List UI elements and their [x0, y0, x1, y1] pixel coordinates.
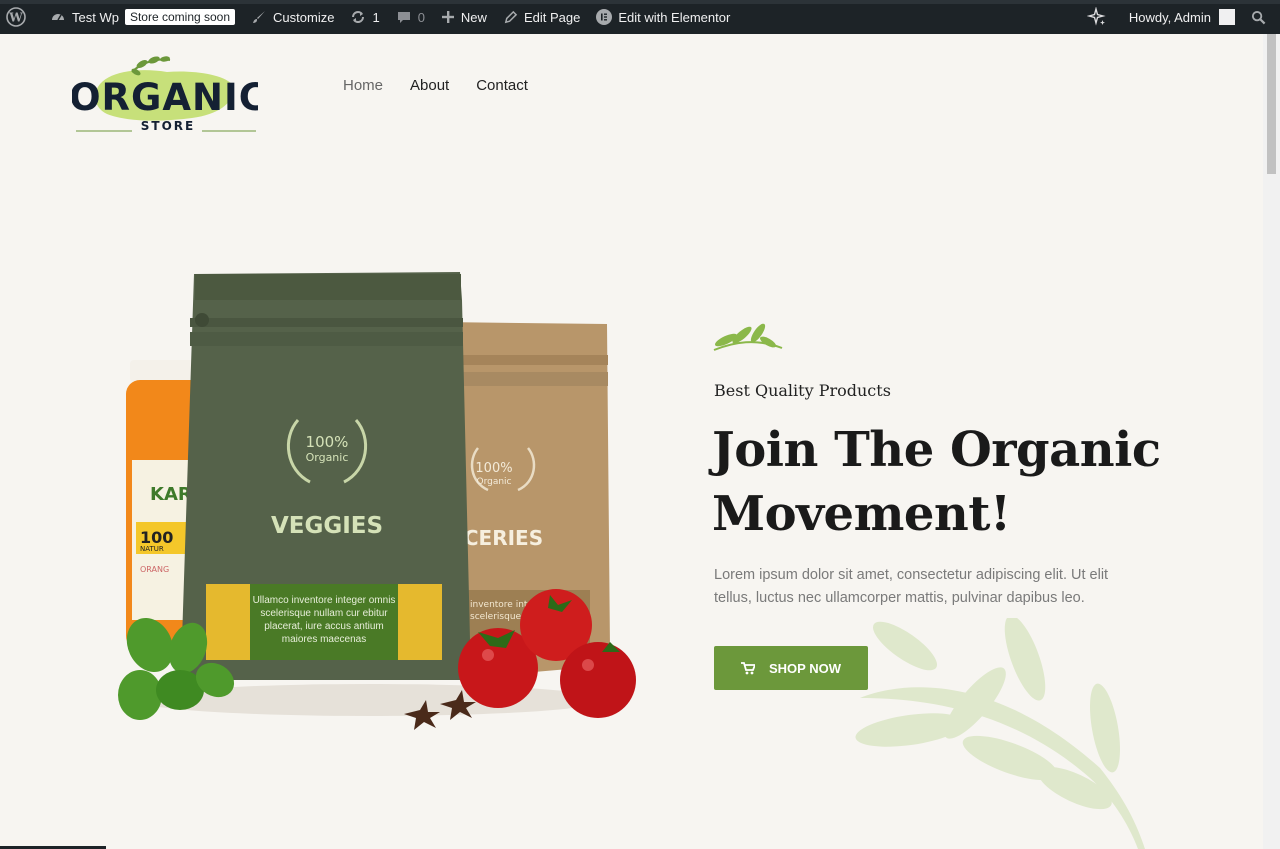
sparkle-icon [1086, 7, 1106, 26]
brush-icon [253, 11, 266, 23]
shop-now-label: SHOP NOW [769, 660, 841, 676]
wordpress-logo-menu[interactable]: W [0, 0, 42, 34]
svg-text:NATUR: NATUR [140, 545, 164, 553]
search-icon [1251, 10, 1266, 24]
comments-count: 0 [417, 9, 425, 25]
edit-page-label: Edit Page [523, 9, 581, 25]
site-name-menu[interactable]: Test Wp Store coming soon [42, 0, 243, 34]
new-content-menu[interactable]: New [433, 0, 495, 34]
updates-count: 1 [372, 9, 380, 25]
comments-link[interactable]: 0 [388, 0, 433, 34]
nav-home[interactable]: Home [343, 77, 383, 94]
store-coming-soon-badge[interactable]: Store coming soon [124, 9, 236, 25]
ai-sparkle-button[interactable] [1079, 0, 1121, 34]
svg-text:KAR: KAR [150, 484, 192, 505]
nav-about[interactable]: About [410, 77, 449, 94]
svg-text:Organic: Organic [476, 477, 511, 487]
howdy-label: Howdy, Admin [1128, 9, 1211, 25]
shop-now-button[interactable]: SHOP NOW [714, 646, 868, 690]
new-label: New [460, 9, 487, 25]
updates-link[interactable]: 1 [342, 0, 387, 34]
updates-icon [352, 11, 365, 23]
svg-text:STORE: STORE [141, 119, 195, 133]
comment-icon [397, 12, 410, 23]
hero-eyebrow: Best Quality Products [714, 381, 891, 400]
product-hero-image: KAR 100 NATUR ORANG 100% Organic OCERIES… [118, 272, 636, 730]
elementor-icon [596, 9, 613, 25]
site-name: Test Wp [72, 9, 119, 25]
admin-search-button[interactable] [1243, 0, 1280, 34]
avatar [1219, 9, 1235, 25]
svg-text:ORGANIC: ORGANIC [72, 76, 258, 119]
svg-text:Organic: Organic [306, 451, 349, 464]
svg-text:100%: 100% [306, 433, 349, 451]
plus-icon [441, 11, 454, 23]
green-bag-veggies: 100% Organic VEGGIES Ullamco inventore i… [180, 272, 472, 680]
page-scrollbar[interactable] [1263, 34, 1280, 849]
edit-elementor-label: Edit with Elementor [618, 9, 731, 25]
svg-text:100%: 100% [475, 461, 512, 476]
hero-description: Lorem ipsum dolor sit amet, consectetur … [714, 567, 1109, 606]
nav-contact[interactable]: Contact [476, 77, 528, 94]
wordpress-icon: W [6, 7, 26, 27]
bag-label-text: Ullamco inventore integer omnis sceleris… [252, 595, 396, 645]
leaf-decoration [855, 618, 1145, 849]
admin-bar: W Test Wp Store coming soon Customize 1 … [0, 0, 1280, 34]
edit-with-elementor-link[interactable]: Edit with Elementor [588, 0, 738, 34]
edit-page-link[interactable]: Edit Page [495, 0, 588, 34]
dashboard-icon [52, 14, 64, 21]
sprig-icon [713, 323, 783, 351]
svg-text:VEGGIES: VEGGIES [271, 513, 383, 539]
customize-link[interactable]: Customize [243, 0, 342, 34]
my-account-menu[interactable]: Howdy, Admin [1121, 0, 1243, 34]
svg-text:ORANG: ORANG [140, 565, 169, 574]
site-logo[interactable]: ORGANIC STORE [69, 50, 266, 136]
hero-title: Join The Organic Movement! [712, 422, 1161, 542]
scrollbar-thumb[interactable] [1267, 34, 1276, 174]
pencil-icon [504, 10, 518, 23]
customize-label: Customize [273, 9, 335, 25]
svg-text:W: W [8, 11, 23, 25]
cart-icon [741, 661, 755, 674]
main-nav: Home About Contact [343, 77, 528, 94]
admin-bar-right: Howdy, Admin [1079, 0, 1280, 34]
organic-store-logo: ORGANIC STORE [69, 56, 266, 133]
